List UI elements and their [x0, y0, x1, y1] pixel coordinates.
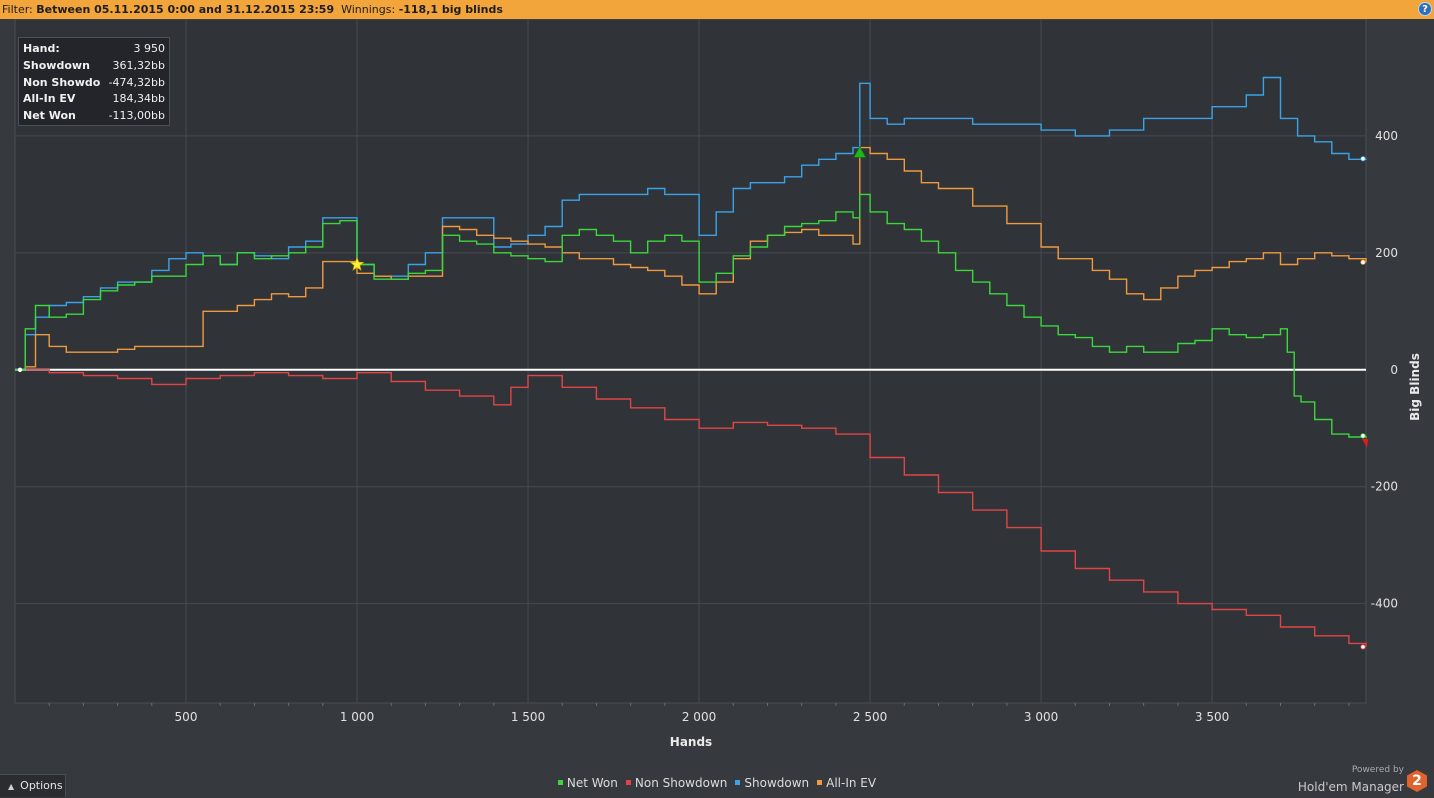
legend-swatch — [557, 780, 563, 785]
plot-area — [14, 19, 1367, 704]
x-tick-label: 1 000 — [340, 710, 374, 724]
series-end-point — [1360, 644, 1366, 650]
winnings-graph: 500 1 000 1 500 2 000 2 500 3 000 3 500 -400 -2… — [14, 19, 1422, 749]
stats-box: Hand: 3 950 Showdown 361,32bb Non Showdown… — [18, 37, 170, 126]
x-tick-label: 2 000 — [682, 710, 716, 724]
filter-prefix: Filter: — [2, 3, 37, 16]
powered-by-text: Powered by — [1351, 765, 1404, 775]
x-axis-title: Hands — [670, 735, 712, 749]
stat-label: All-In EV — [23, 92, 76, 106]
stat-row-non-showdown: Non Showdown -474,32bb — [23, 75, 165, 92]
stat-row-hand: Hand: 3 950 — [23, 41, 165, 58]
stat-row-net-won: Net Won -113,00bb — [23, 108, 165, 125]
stat-label: Hand: — [23, 42, 60, 55]
x-tick-label: 500 — [175, 710, 198, 724]
legend-item[interactable]: Net Won — [557, 776, 618, 790]
series-end-point — [1360, 156, 1366, 162]
legend-label: All-In EV — [826, 776, 877, 790]
brand: Powered by Hold'em Manager — [1298, 766, 1404, 794]
help-icon[interactable]: ? — [1418, 2, 1432, 16]
stat-value: -113,00bb — [108, 109, 165, 123]
x-tick-label: 3 500 — [1195, 710, 1229, 724]
legend-item[interactable]: Non Showdown — [625, 776, 728, 790]
winnings-value: -118,1 big blinds — [398, 3, 503, 16]
legend-label: Showdown — [744, 776, 810, 790]
y-tick-label: -400 — [1371, 597, 1398, 611]
legend-swatch — [735, 780, 741, 785]
start-point — [17, 367, 23, 372]
y-tick-label: 0 — [1390, 363, 1398, 377]
brand-name: Hold'em Manager — [1297, 780, 1404, 794]
series-end-point — [1360, 259, 1366, 265]
legend-swatch — [625, 780, 631, 785]
winnings-label: Winnings: — [341, 3, 399, 16]
filter-date-range: Between 05.11.2015 0:00 and 31.12.2015 2… — [36, 3, 335, 16]
y-tick-label: 200 — [1375, 246, 1398, 260]
stat-label: Non Showdown — [23, 75, 101, 89]
y-tick-label: 400 — [1375, 129, 1398, 143]
y-axis-title: Big Blinds — [1408, 353, 1422, 421]
legend-label: Non Showdown — [634, 776, 728, 790]
stat-label: Net Won — [23, 109, 76, 123]
stat-value: -474,32bb — [108, 75, 165, 89]
legend-swatch — [817, 780, 823, 785]
filter-bar: Filter: Between 05.11.2015 0:00 and 31.1… — [0, 0, 1434, 19]
stat-label: Showdown — [23, 58, 90, 72]
x-tick-label: 1 500 — [511, 710, 545, 724]
legend-label: Net Won — [566, 776, 618, 790]
chart-legend: Net Won Non Showdown Showdown All-In EV — [0, 776, 1434, 790]
y-tick-label: -200 — [1371, 480, 1398, 494]
stat-value: 361,32bb — [112, 58, 165, 72]
stat-value: 3 950 — [133, 42, 166, 55]
x-tick-label: 2 500 — [853, 710, 887, 724]
x-tick-label: 3 000 — [1024, 710, 1058, 724]
stat-value: 184,34bb — [112, 92, 165, 106]
series-end-point — [1360, 433, 1366, 439]
stat-row-showdown: Showdown 361,32bb — [23, 58, 165, 75]
x-axis-ticks: 500 1 000 1 500 2 000 2 500 3 000 3 500 — [175, 710, 1230, 724]
legend-item[interactable]: Showdown — [735, 776, 809, 790]
y-axis-ticks: -400 -200 0 200 400 — [1371, 129, 1398, 611]
legend-item[interactable]: All-In EV — [817, 776, 876, 790]
stat-row-all-in-ev: All-In EV 184,34bb — [23, 91, 165, 108]
